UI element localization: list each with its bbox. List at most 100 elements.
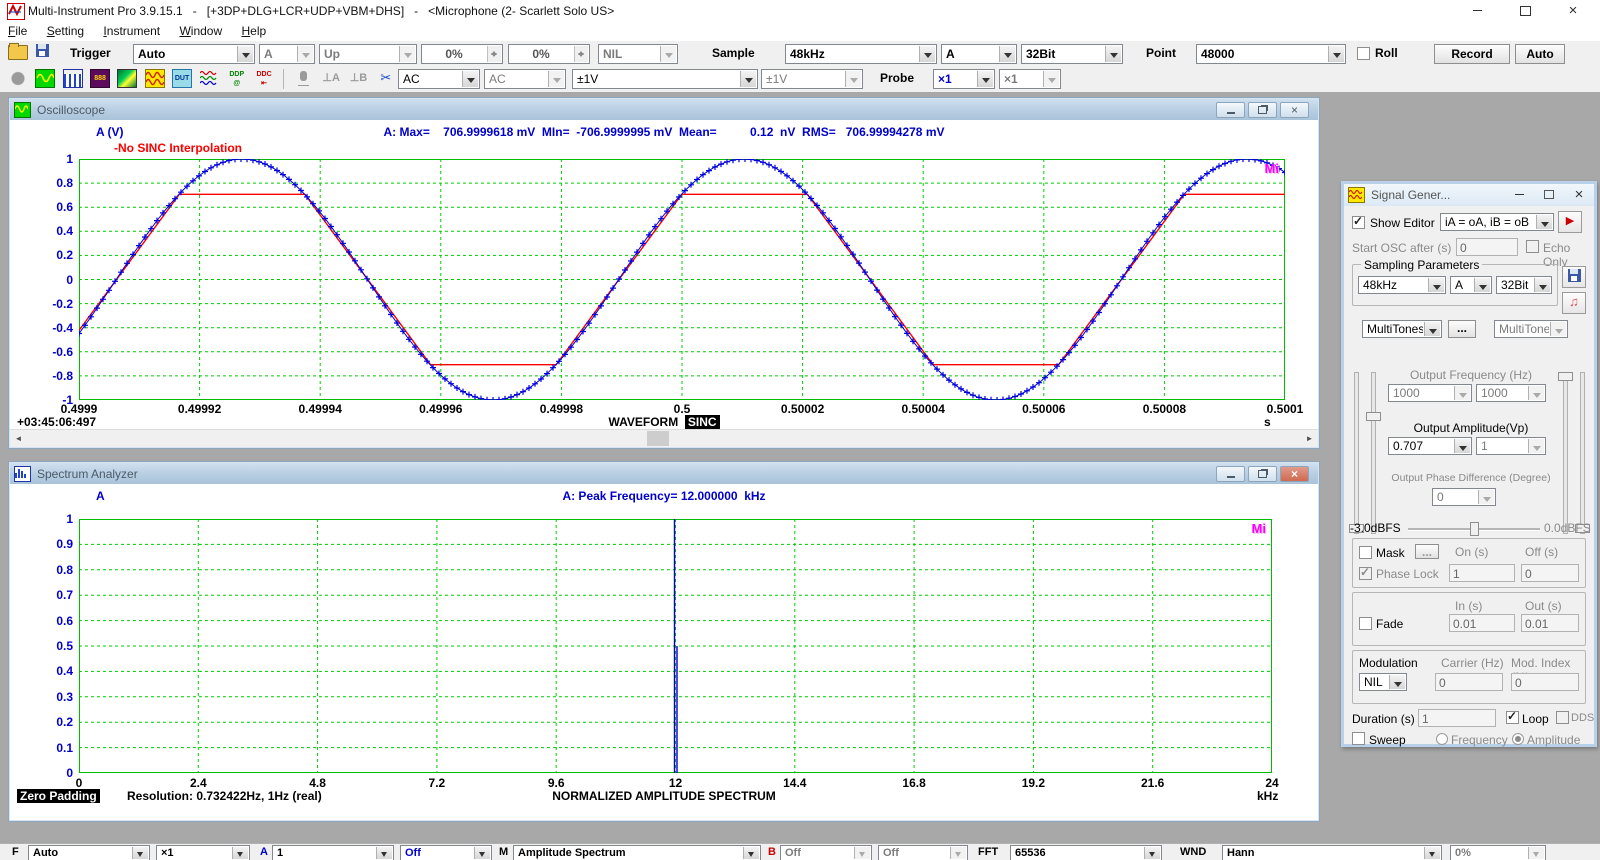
generator-channel-select[interactable]: A [1450,276,1492,294]
show-editor-checkbox[interactable] [1352,216,1365,229]
oscilloscope-minimize-button[interactable] [1216,102,1245,118]
phase-lock-checkbox[interactable] [1359,567,1372,580]
menu-setting[interactable]: Setting [39,22,92,40]
trigger-nil-select[interactable]: NIL [598,44,678,64]
oscilloscope-icon[interactable] [34,69,57,90]
duration-input[interactable]: 1 [1418,709,1496,727]
scroll-left-icon[interactable]: ◄ [10,430,27,447]
mask-on-input[interactable]: 1 [1449,564,1515,582]
amplitude-a-select[interactable]: 0.707 [1388,437,1472,455]
slider-thumb[interactable] [1558,372,1573,381]
signal-generator-icon[interactable] [144,69,167,90]
frequency-a-select[interactable]: 1000 [1388,384,1472,402]
sweep-amplitude-radio[interactable] [1512,733,1524,745]
mask-off-input[interactable]: 0 [1521,564,1579,582]
ddc-icon[interactable]: DDC⇤ [253,69,276,90]
a-scale-select[interactable]: 1 [272,845,394,860]
waveform-a-select[interactable]: MultiTones [1362,320,1442,338]
amplitude-slider-a-inner[interactable] [1371,372,1376,534]
spectrum-close-button[interactable]: × [1280,466,1309,482]
amplitude-b-select[interactable]: 1 [1476,437,1546,455]
ddp-viewer-icon[interactable]: DDP@ [226,69,249,90]
spectrum-minimize-button[interactable] [1216,466,1245,482]
probe-b-select[interactable]: ×1 [999,69,1061,89]
multitones-editor-button[interactable]: ... [1448,320,1476,338]
frequency-mult-select[interactable]: ×1 [156,845,250,860]
record-icon[interactable] [7,69,30,90]
save-file-icon[interactable] [36,44,49,57]
oscilloscope-hscrollbar[interactable]: ◄ ► [10,429,1318,447]
sinc-badge[interactable]: SINC [685,415,720,429]
menu-file[interactable]: File [0,22,35,40]
spectrum-restore-button[interactable] [1248,466,1277,482]
scroll-thumb[interactable] [647,431,669,446]
menu-help[interactable]: Help [234,22,275,40]
loop-checkbox[interactable] [1506,711,1519,724]
mask-checkbox[interactable] [1359,546,1372,559]
dds-checkbox[interactable] [1556,711,1569,724]
generator-sample-rate-select[interactable]: 48kHz [1358,276,1446,294]
generator-restore-button[interactable] [1536,184,1562,204]
calibration-icon[interactable]: ✂ [375,69,398,90]
window-function-select[interactable]: Hann [1222,845,1442,860]
device-test-plan-icon[interactable]: DUT [171,69,194,90]
mod-index-input[interactable]: 0 [1511,673,1579,691]
generator-minimize-button[interactable] [1506,184,1532,204]
sample-channel-select[interactable]: A [941,44,1017,64]
open-file-icon[interactable] [8,45,28,60]
range-a-select[interactable]: ±1V [572,69,758,89]
generator-music-button[interactable]: ♫ [1562,292,1586,314]
record-button[interactable]: Record [1434,44,1510,64]
phase-difference-select[interactable]: 0 [1432,488,1496,506]
amplitude-slider-b-inner[interactable] [1563,372,1568,534]
sample-rate-select[interactable]: 48kHz [785,44,937,64]
oscilloscope-restore-button[interactable] [1248,102,1277,118]
modulation-type-select[interactable]: NIL [1359,673,1407,691]
sample-bits-select[interactable]: 32Bit [1021,44,1123,64]
b-mode-select[interactable]: Off [878,845,968,860]
scroll-right-icon[interactable]: ► [1301,430,1318,447]
menu-instrument[interactable]: Instrument [95,22,168,40]
range-b-select[interactable]: ±1V [761,69,863,89]
a-mode-select[interactable]: Off [400,845,492,860]
autoscale-button[interactable]: Auto [1515,44,1565,64]
probe-a-select[interactable]: ×1 [933,69,995,89]
spectrum-analyzer-icon[interactable] [62,69,85,90]
minimize-button[interactable] [1454,0,1500,21]
spectrum-titlebar[interactable]: Spectrum Analyzer × [10,463,1318,484]
waveform-b-select[interactable]: MultiTones [1494,320,1568,338]
oscilloscope-titlebar[interactable]: Oscilloscope × [10,99,1318,120]
carrier-input[interactable]: 0 [1435,673,1503,691]
maximize-button[interactable] [1502,0,1548,21]
coupling-b-select[interactable]: AC [484,69,566,89]
generator-run-button[interactable]: ▶ [1558,211,1582,233]
amplitude-slider-a-outer[interactable] [1354,372,1359,534]
roll-checkbox[interactable] [1357,47,1370,60]
point-count-select[interactable]: 48000 [1196,44,1346,64]
input-device-icon[interactable] [293,69,316,90]
trigger-source-select[interactable]: A [259,44,315,64]
sweep-frequency-radio[interactable] [1436,733,1448,745]
multimeter-icon[interactable]: 888 [89,69,112,90]
generator-titlebar[interactable]: Signal Gener... × [1344,184,1594,206]
fade-in-input[interactable]: 0.01 [1449,614,1515,632]
frequency-b-select[interactable]: 1000 [1476,384,1546,402]
sweep-checkbox[interactable] [1352,732,1365,745]
close-button[interactable]: × [1550,0,1596,21]
generator-save-button[interactable] [1562,266,1586,288]
spectrum-3d-plot-icon[interactable] [116,69,139,90]
amplitude-slider-b-outer[interactable] [1580,372,1585,534]
generator-close-button[interactable]: × [1566,184,1592,204]
fft-size-select[interactable]: 65536 [1010,845,1162,860]
generator-bits-select[interactable]: 32Bit [1496,276,1552,294]
mask-browse-button[interactable]: ... [1415,544,1439,559]
fade-checkbox[interactable] [1359,617,1372,630]
dbfs-slider-thumb[interactable] [1470,522,1479,536]
trigger-edge-select[interactable]: Up [319,44,417,64]
echo-only-checkbox[interactable] [1526,240,1539,253]
frequency-axis-select[interactable]: Auto [28,845,150,860]
slider-thumb[interactable] [1366,412,1381,421]
derived-data-curve-icon[interactable] [198,69,221,90]
measurement-type-select[interactable]: Amplitude Spectrum [513,845,761,860]
coupling-a-select[interactable]: AC [398,69,480,89]
